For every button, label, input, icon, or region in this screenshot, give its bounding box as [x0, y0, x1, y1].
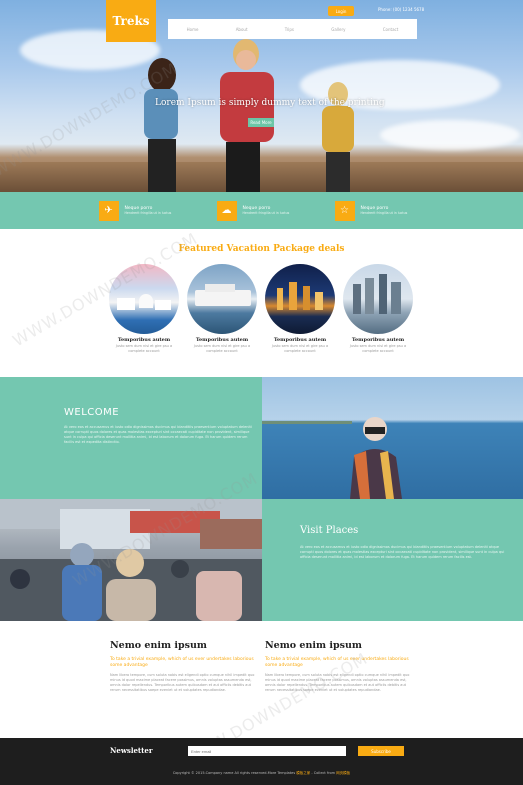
footer: Newsletter Subscribe Copyright © 2015.Co…: [0, 738, 523, 785]
column-subtitle: To take a trivial example, which of us e…: [110, 657, 254, 668]
featured-title: Featured Vacation Package deals: [178, 244, 345, 254]
welcome-section: WELCOME At vero eos et accusamus et iust…: [0, 377, 262, 499]
visit-text: At vero eos et accusamus et iusto odio d…: [300, 545, 505, 559]
visit-title: Visit Places: [300, 525, 359, 536]
hero-title: Lorem Ipsum is simply dummy text of the …: [155, 98, 385, 108]
cloud-icon: ☁: [216, 200, 237, 221]
column-subtitle: To take a trivial example, which of us e…: [265, 657, 409, 668]
info-column: Nemo enim ipsum To take a trivial exampl…: [110, 640, 260, 693]
sea-photo: [262, 377, 523, 499]
market-photo: [0, 499, 262, 621]
column-title: Nemo enim ipsum: [110, 640, 207, 651]
hero-read-more-button[interactable]: Read More: [248, 118, 274, 127]
package-title: Temporibus autem: [117, 337, 171, 343]
feature-item: ☁ Neque porro Hendrerit fringilla ut in …: [216, 200, 307, 221]
nav-gallery[interactable]: Gallery: [331, 27, 345, 32]
package-image-city-night[interactable]: [265, 264, 335, 334]
site-logo[interactable]: Treks: [106, 0, 156, 42]
package-image-singapore[interactable]: [343, 264, 413, 334]
street-market-image: [0, 499, 262, 621]
plane-icon: ✈: [98, 200, 119, 221]
copyright-link-templates[interactable]: 模板之家: [296, 771, 310, 775]
hero-cloud: [380, 120, 520, 150]
copyright-prefix: Copyright © 2015.Company name All rights…: [172, 771, 296, 775]
header-phone: Phone: (00) 1234 5678: [378, 7, 425, 12]
welcome-text: At vero eos et accusamus et iusto odio d…: [64, 425, 252, 444]
woman-by-sea-image: [262, 417, 402, 499]
nav-home[interactable]: Home: [187, 27, 199, 32]
hero-person-left: [144, 58, 178, 192]
package-image-santorini[interactable]: [109, 264, 179, 334]
column-title: Nemo enim ipsum: [265, 640, 362, 651]
feature-item: ✈ Neque porro Hendrerit fringilla ut in …: [98, 200, 189, 221]
package-text: Justo sem dum nisl et gire psu a complet…: [193, 344, 251, 353]
newsletter-label: Newsletter: [110, 746, 153, 755]
copyright-mid: - Collect from: [311, 771, 336, 775]
subscribe-button[interactable]: Subscribe: [358, 746, 404, 756]
package-text: Justo sem dum nisl et gire psu a complet…: [349, 344, 407, 353]
star-icon: ☆: [334, 200, 355, 221]
nav-about[interactable]: About: [236, 27, 248, 32]
visit-section: Visit Places At vero eos et accusamus et…: [262, 499, 523, 621]
feature-text: Hendrerit fringilla ut in luctus: [360, 211, 408, 215]
feature-text: Hendrerit fringilla ut in luctus: [242, 211, 290, 215]
package-title: Temporibus autem: [195, 337, 249, 343]
nav-trips[interactable]: Trips: [285, 27, 294, 32]
feature-item: ☆ Neque porro Hendrerit fringilla ut in …: [334, 200, 425, 221]
hero-person-center: [220, 39, 274, 192]
package-text: Justo sem dum nisl et gire psu a complet…: [271, 344, 329, 353]
copyright: Copyright © 2015.Company name All rights…: [0, 771, 523, 776]
column-text: Nam libero tempore, cum soluta nobis est…: [110, 673, 255, 692]
info-column: Nemo enim ipsum To take a trivial exampl…: [265, 640, 415, 693]
login-button[interactable]: Login: [328, 6, 354, 16]
package-card[interactable]: Temporibus autem Justo sem dum nisl et g…: [342, 264, 414, 354]
newsletter-email-input[interactable]: [188, 746, 346, 756]
copyright-link-source[interactable]: 网页模板: [336, 771, 350, 775]
welcome-title: WELCOME: [64, 407, 120, 418]
package-text: Justo sem dum nisl et gire psu a complet…: [115, 344, 173, 353]
package-card[interactable]: Temporibus autem Justo sem dum nisl et g…: [264, 264, 336, 354]
package-title: Temporibus autem: [273, 337, 327, 343]
nav-contact[interactable]: Contact: [383, 27, 399, 32]
hero-person-right: [322, 82, 354, 192]
package-image-cruise[interactable]: [187, 264, 257, 334]
package-list: Temporibus autem Justo sem dum nisl et g…: [108, 264, 414, 354]
package-card[interactable]: Temporibus autem Justo sem dum nisl et g…: [186, 264, 258, 354]
column-text: Nam libero tempore, cum soluta nobis est…: [265, 673, 410, 692]
features-bar: ✈ Neque porro Hendrerit fringilla ut in …: [0, 192, 523, 229]
package-title: Temporibus autem: [351, 337, 405, 343]
main-nav: Home About Trips Gallery Contact: [168, 19, 417, 39]
package-card[interactable]: Temporibus autem Justo sem dum nisl et g…: [108, 264, 180, 354]
feature-text: Hendrerit fringilla ut in luctus: [124, 211, 172, 215]
